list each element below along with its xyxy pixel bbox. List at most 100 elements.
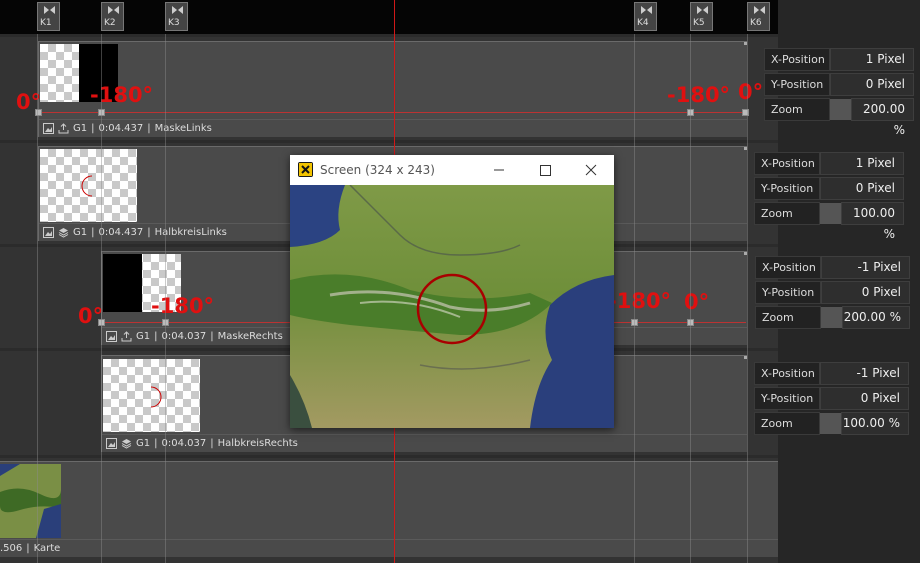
- clip-duration: 0:04.037: [161, 438, 207, 449]
- keyframe-icon: [172, 6, 183, 14]
- zoom-label: Zoom: [754, 202, 820, 225]
- y-position-value[interactable]: 0 Pixel: [820, 177, 904, 200]
- maximize-button[interactable]: [522, 155, 568, 185]
- angle-label: 0°: [684, 290, 710, 314]
- envelope-line: [39, 112, 746, 113]
- image-icon: [43, 123, 54, 134]
- keyframe-guide-line: [101, 34, 102, 563]
- y-position-value[interactable]: 0 Pixel: [821, 281, 910, 304]
- image-icon: [43, 227, 54, 238]
- keyframe-icon: [44, 6, 55, 14]
- mask-export-icon: [121, 331, 132, 342]
- angle-label: 0°: [78, 304, 104, 328]
- screen-preview-window[interactable]: Screen (324 x 243): [290, 155, 614, 428]
- window-titlebar[interactable]: Screen (324 x 243): [290, 155, 614, 185]
- keyframe-marker-k4[interactable]: K4: [634, 2, 657, 31]
- keyframe-label: K4: [637, 18, 649, 28]
- x-position-label: X-Position: [754, 362, 820, 385]
- clip-duration: 0:04.037: [161, 331, 207, 342]
- keyframe-label: K5: [693, 18, 705, 28]
- keyframe-icon: [697, 6, 708, 14]
- clip-thumbnail: [103, 359, 200, 432]
- clip-footer: G1 | 0:04.037 | HalbkreisRechts: [102, 434, 747, 452]
- clip-duration: .506: [0, 543, 23, 554]
- clip-footer: .506 | Karte: [0, 539, 778, 557]
- mask-export-icon: [58, 123, 69, 134]
- keyframe-label: K3: [168, 18, 180, 28]
- y-position-value[interactable]: 0 Pixel: [830, 73, 914, 96]
- clip-name: HalbkreisRechts: [217, 438, 298, 449]
- zoom-slider-handle[interactable]: [821, 307, 842, 328]
- half-circle-preview: [150, 386, 162, 408]
- keyframe-guide-line: [165, 34, 166, 563]
- zoom-label: Zoom: [764, 98, 830, 121]
- y-position-value[interactable]: 0 Pixel: [820, 387, 909, 410]
- clip-duration: 0:04.437: [98, 123, 144, 134]
- zoom-value[interactable]: 200.00 %: [842, 306, 910, 329]
- zoom-slider-handle[interactable]: [820, 203, 841, 224]
- x-position-label: X-Position: [754, 152, 820, 175]
- zoom-value[interactable]: 100.00 %: [841, 202, 904, 241]
- keyframe-marker-k2[interactable]: K2: [101, 2, 124, 31]
- clip-footer: G1 | 0:04.437 | MaskeLinks: [39, 119, 747, 137]
- layers-icon: [121, 439, 132, 449]
- clip-group: G1: [136, 331, 151, 342]
- keyframe-label: K6: [750, 18, 762, 28]
- image-icon: [106, 438, 117, 449]
- angle-label: -180°: [151, 294, 215, 318]
- x-position-label: X-Position: [755, 256, 821, 279]
- clip-name: MaskeRechts: [217, 331, 283, 342]
- angle-label: -180°: [90, 83, 154, 107]
- keyframe-marker-k1[interactable]: K1: [37, 2, 60, 31]
- clip-thumbnail: [40, 149, 137, 222]
- map-thumbnail-image: [0, 464, 61, 538]
- keyframe-guide-line: [690, 34, 691, 563]
- window-title: Screen (324 x 243): [320, 163, 435, 177]
- y-position-label: Y-Position: [764, 73, 830, 96]
- maximize-icon: [540, 165, 551, 176]
- zoom-slider-handle[interactable]: [820, 413, 841, 434]
- keyframe-icon: [641, 6, 652, 14]
- x-position-value[interactable]: 1 Pixel: [830, 48, 914, 71]
- close-button[interactable]: [568, 155, 614, 185]
- clip-group: G1: [136, 438, 151, 449]
- keyframe-label: K2: [104, 18, 116, 28]
- clip-group: G1: [73, 227, 88, 238]
- clip-karte[interactable]: .506 | Karte: [0, 461, 778, 557]
- keyframe-marker-k6[interactable]: K6: [747, 2, 770, 31]
- app-icon: [298, 162, 313, 177]
- clip-name: MaskeLinks: [154, 123, 212, 134]
- preview-canvas[interactable]: [290, 185, 614, 428]
- y-position-label: Y-Position: [754, 177, 820, 200]
- y-position-label: Y-Position: [754, 387, 820, 410]
- angle-label: -180°: [667, 83, 731, 107]
- angle-label: 0°: [738, 80, 764, 104]
- y-position-label: Y-Position: [755, 281, 821, 304]
- timeline-ruler[interactable]: K1 K2 K3 K4 K5 K6: [0, 0, 778, 34]
- x-position-value[interactable]: 1 Pixel: [820, 152, 904, 175]
- keyframe-icon: [754, 6, 765, 14]
- angle-label: -180°: [608, 289, 672, 313]
- satellite-map-image: [290, 185, 614, 428]
- zoom-label: Zoom: [755, 306, 821, 329]
- half-circle-preview: [81, 175, 93, 197]
- layers-icon: [58, 228, 69, 238]
- x-position-label: X-Position: [764, 48, 830, 71]
- keyframe-guide-line: [747, 34, 748, 563]
- x-position-value[interactable]: -1 Pixel: [821, 256, 910, 279]
- keyframe-guide-line: [634, 34, 635, 563]
- x-position-value[interactable]: -1 Pixel: [820, 362, 909, 385]
- zoom-value[interactable]: 100.00 %: [841, 412, 909, 435]
- image-icon: [106, 331, 117, 342]
- zoom-slider-handle[interactable]: [830, 99, 851, 120]
- keyframe-marker-k5[interactable]: K5: [690, 2, 713, 31]
- keyframe-marker-k3[interactable]: K3: [165, 2, 188, 31]
- minimize-button[interactable]: [476, 155, 522, 185]
- minimize-icon: [494, 169, 504, 171]
- zoom-label: Zoom: [754, 412, 820, 435]
- keyframe-icon: [108, 6, 119, 14]
- clip-duration: 0:04.437: [98, 227, 144, 238]
- keyframe-guide-line: [37, 34, 38, 563]
- zoom-value[interactable]: 200.00 %: [851, 98, 914, 137]
- close-icon: [585, 164, 597, 176]
